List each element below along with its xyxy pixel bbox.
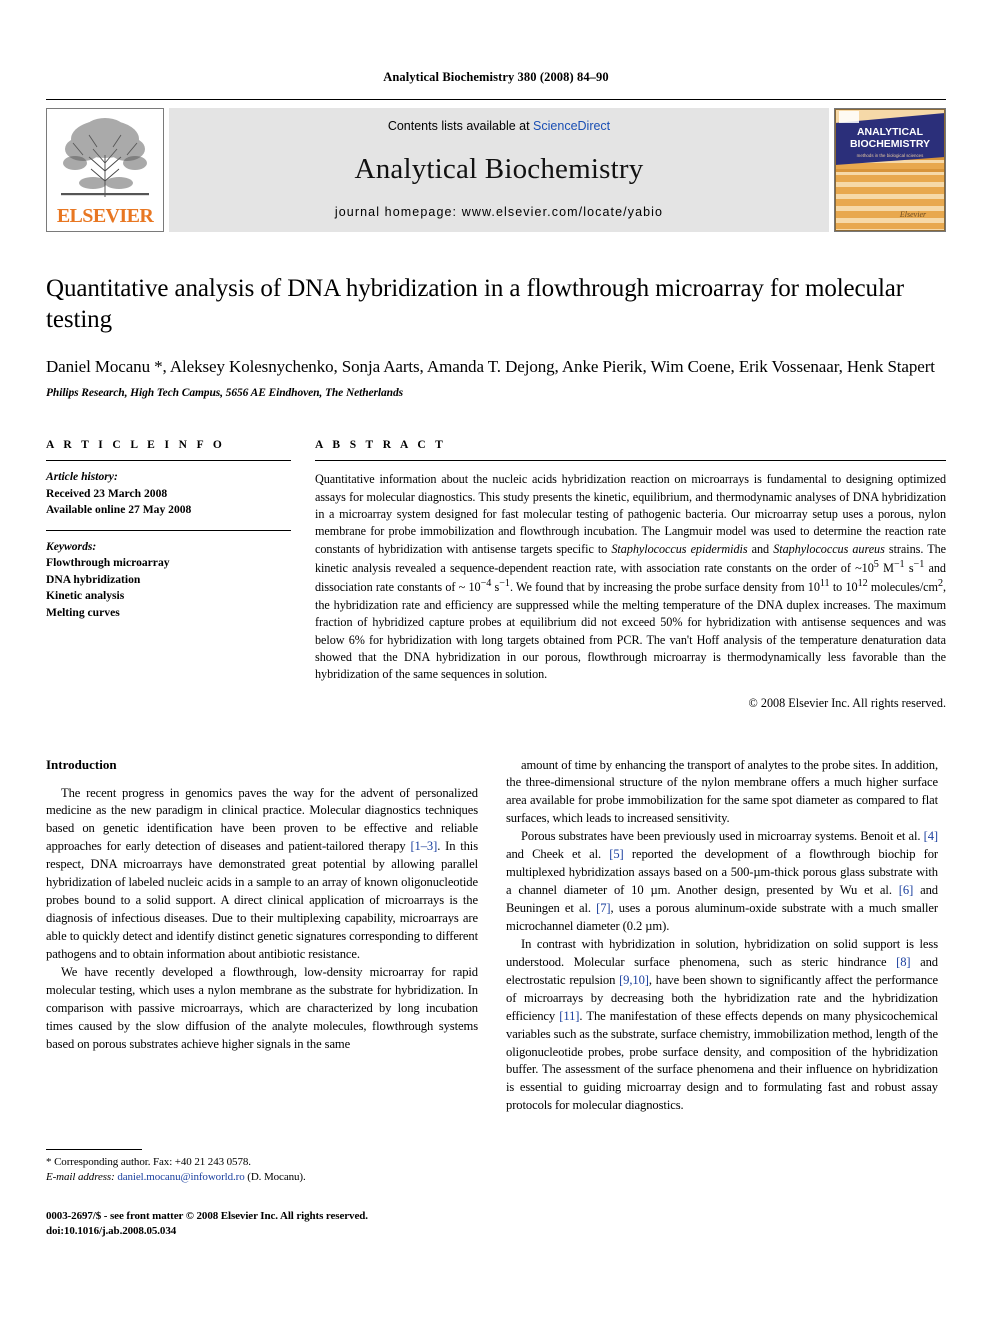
- divider: [315, 460, 946, 462]
- divider: [46, 529, 291, 531]
- keyword-item: Melting curves: [46, 605, 120, 619]
- sciencedirect-link[interactable]: ScienceDirect: [533, 119, 610, 133]
- citation-link[interactable]: [4]: [924, 829, 938, 843]
- citation-link[interactable]: [9,10]: [619, 973, 649, 987]
- paragraph: amount of time by enhancing the transpor…: [506, 757, 938, 826]
- svg-text:Elsevier: Elsevier: [899, 210, 927, 219]
- species-name: Staphylococcus epidermidis: [611, 541, 748, 556]
- info-abstract-region: A R T I C L E I N F O Article history: R…: [46, 439, 946, 710]
- citation-link[interactable]: [7]: [596, 901, 610, 915]
- article-info-column: A R T I C L E I N F O Article history: R…: [46, 439, 291, 710]
- elsevier-wordmark: ELSEVIER: [56, 205, 154, 227]
- abstract-part: and: [747, 541, 774, 556]
- paragraph: Porous substrates have been previously u…: [506, 828, 938, 936]
- superscript: −1: [893, 559, 905, 571]
- abstract-copyright: © 2008 Elsevier Inc. All rights reserved…: [748, 695, 946, 710]
- journal-homepage-link[interactable]: journal homepage: www.elsevier.com/locat…: [335, 205, 663, 219]
- doi-line: doi:10.1016/j.ab.2008.05.034: [46, 1225, 177, 1238]
- superscript: −1: [913, 559, 925, 571]
- page-title: Quantitative analysis of DNA hybridizati…: [46, 275, 905, 333]
- svg-text:methods in the biological scie: methods in the biological sciences: [857, 153, 924, 158]
- citation-link[interactable]: [1–3]: [410, 839, 437, 853]
- journal-title: Analytical Biochemistry: [354, 152, 644, 185]
- corresponding-author-note: * Corresponding author. Fax: +40 21 243 …: [46, 1155, 478, 1186]
- keywords-label: Keywords:: [46, 539, 97, 553]
- left-column: Introduction The recent progress in geno…: [46, 756, 478, 1237]
- journal-masthead: ELSEVIER Contents lists available at Sci…: [46, 99, 946, 232]
- contents-available-line: Contents lists available at ScienceDirec…: [388, 119, 610, 133]
- masthead-center-panel: Contents lists available at ScienceDirec…: [169, 108, 829, 232]
- article-history-label: Article history:: [46, 470, 118, 484]
- paragraph-part: Porous substrates have been previously u…: [521, 829, 924, 844]
- corresponding-author-text: Corresponding author. Fax: +40 21 243 05…: [54, 1155, 251, 1168]
- cover-artwork: ANALYTICAL BIOCHEMISTRY methods in the b…: [835, 109, 945, 231]
- abstract-part: , the hybridization rate and efficiency …: [315, 580, 947, 682]
- email-label: E-mail address:: [46, 1170, 115, 1183]
- keyword-item: Flowthrough microarray: [46, 556, 170, 570]
- abstract-part: s: [904, 561, 914, 576]
- abstract-column: A B S T R A C T Quantitative information…: [315, 439, 946, 710]
- paragraph-part: . The manifestation of these effects dep…: [506, 1008, 938, 1113]
- elsevier-tree-icon: [61, 118, 149, 197]
- affiliation: Philips Research, High Tech Campus, 5656…: [46, 387, 404, 400]
- body-columns: Introduction The recent progress in geno…: [46, 756, 946, 1237]
- paragraph: We have recently developed a flowthrough…: [46, 964, 478, 1051]
- issn-line: 0003-2697/$ - see front matter © 2008 El…: [46, 1209, 368, 1222]
- abstract-text: Quantitative information about the nucle…: [315, 471, 946, 683]
- article-history-group: Article history: Received 23 March 2008 …: [46, 469, 291, 518]
- keyword-item: DNA hybridization: [46, 572, 141, 586]
- superscript: −1: [499, 578, 510, 590]
- svg-text:ANALYTICAL: ANALYTICAL: [857, 126, 924, 138]
- citation-link[interactable]: [8]: [896, 955, 910, 969]
- abstract-part: molecules/cm: [867, 580, 938, 595]
- footnote-marker: *: [46, 1155, 52, 1168]
- citation-link[interactable]: [11]: [559, 1009, 579, 1023]
- issn-footer: 0003-2697/$ - see front matter © 2008 El…: [46, 1209, 486, 1241]
- species-name: Staphylococcus aureus: [773, 541, 885, 556]
- citation-link[interactable]: [5]: [609, 847, 623, 861]
- abstract-part: to 10: [829, 580, 858, 595]
- elsevier-logo: ELSEVIER: [46, 108, 164, 232]
- section-heading-introduction: Introduction: [46, 756, 117, 772]
- running-head: Analytical Biochemistry 380 (2008) 84–90: [383, 70, 609, 84]
- superscript: 11: [819, 578, 830, 590]
- paragraph: In contrast with hybridization in soluti…: [506, 936, 938, 1115]
- available-online-date: Available online 27 May 2008: [46, 503, 192, 517]
- paper-page: Analytical Biochemistry 380 (2008) 84–90: [0, 0, 992, 1323]
- keyword-item: Kinetic analysis: [46, 589, 125, 603]
- superscript: −4: [480, 578, 492, 590]
- divider: [46, 460, 291, 462]
- citation-link[interactable]: [6]: [899, 883, 913, 897]
- author-list: Daniel Mocanu *, Aleksey Kolesnychenko, …: [46, 357, 935, 376]
- received-date: Received 23 March 2008: [46, 486, 168, 500]
- email-link[interactable]: daniel.mocanu@infoworld.ro: [117, 1171, 244, 1183]
- paragraph-part: and Cheek et al.: [506, 847, 610, 862]
- svg-text:BIOCHEMISTRY: BIOCHEMISTRY: [850, 138, 930, 150]
- paragraph-part: In contrast with hybridization in soluti…: [506, 936, 938, 969]
- right-column: amount of time by enhancing the transpor…: [506, 757, 938, 1116]
- journal-cover-thumbnail: ANALYTICAL BIOCHEMISTRY methods in the b…: [834, 108, 946, 232]
- footnote-block: * Corresponding author. Fax: +40 21 243 …: [46, 1148, 478, 1186]
- article-info-heading: A R T I C L E I N F O: [46, 439, 226, 452]
- paragraph-part: . In this respect, DNA microarrays have …: [46, 839, 479, 961]
- keywords-group: Keywords: Flowthrough microarray DNA hyb…: [46, 539, 291, 621]
- paragraph: The recent progress in genomics paves th…: [46, 785, 478, 964]
- footnote-divider: [46, 1148, 142, 1150]
- contents-prefix-text: Contents lists available at: [387, 119, 534, 133]
- abstract-part: M: [878, 561, 894, 576]
- superscript: 12: [857, 578, 868, 590]
- title-block: Quantitative analysis of DNA hybridizati…: [46, 274, 946, 399]
- email-suffix: (D. Mocanu).: [247, 1170, 306, 1183]
- abstract-part: . We found that by increasing the probe …: [509, 580, 820, 595]
- abstract-heading: A B S T R A C T: [315, 439, 447, 452]
